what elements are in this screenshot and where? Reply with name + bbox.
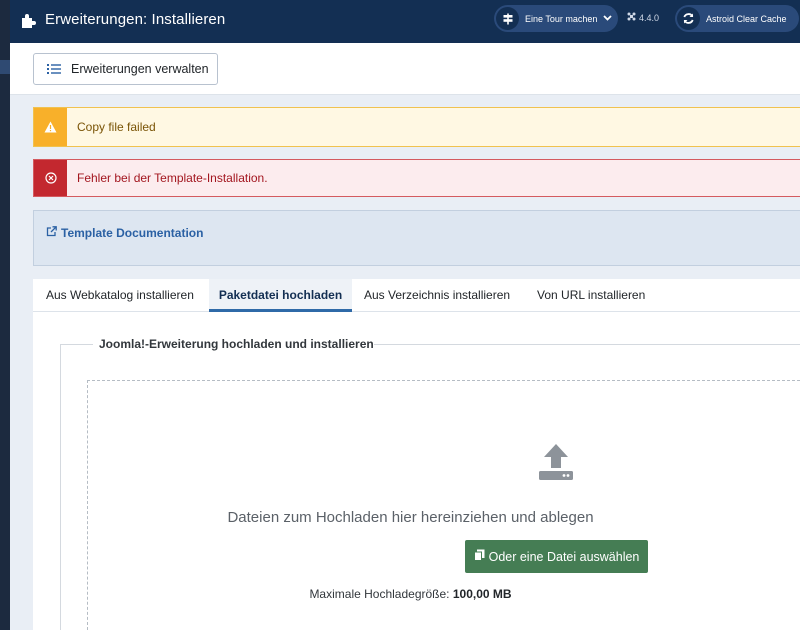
version-info: 4.4.0	[627, 12, 659, 23]
puzzle-icon	[20, 11, 38, 29]
circle-x-icon	[34, 160, 67, 196]
upload-icon	[536, 442, 576, 487]
documentation-link-label: Template Documentation	[61, 226, 204, 240]
tab-upload-package[interactable]: Paketdatei hochladen	[209, 279, 352, 312]
refresh-icon	[677, 7, 700, 30]
warning-triangle-icon	[34, 108, 67, 146]
manage-extensions-label: Erweiterungen verwalten	[71, 62, 209, 76]
warning-message: Copy file failed	[77, 120, 156, 134]
joomla-icon	[627, 12, 636, 23]
select-file-button[interactable]: Oder eine Datei auswählen	[465, 540, 648, 573]
toolbar: Erweiterungen verwalten	[10, 43, 800, 95]
clear-cache-label: Astroid Clear Cache	[706, 13, 787, 24]
tab-install-url[interactable]: Von URL installieren	[537, 279, 645, 312]
fieldset-border	[60, 344, 61, 630]
install-tabs: Aus Webkatalog installieren Paketdatei h…	[33, 279, 800, 312]
documentation-box: Template Documentation	[33, 210, 800, 266]
sidebar-active-marker	[0, 60, 10, 74]
template-documentation-link[interactable]: Template Documentation	[46, 226, 203, 240]
max-size-value: 100,00 MB	[452, 587, 512, 601]
clear-cache-button[interactable]: Astroid Clear Cache	[675, 5, 799, 32]
guided-tour-label: Eine Tour machen	[525, 13, 598, 24]
guided-tour-button[interactable]: Eine Tour machen	[494, 5, 618, 32]
external-link-icon	[46, 226, 57, 240]
fieldset-border-top	[60, 344, 93, 345]
drop-instructions: Dateien zum Hochladen hier hereinziehen …	[227, 509, 594, 526]
max-upload-size: Maximale Hochladegröße: 100,00 MB	[88, 587, 733, 601]
list-icon	[47, 63, 61, 75]
upload-fieldset-legend: Joomla!-Erweiterung hochladen und instal…	[99, 337, 374, 351]
tab-install-folder[interactable]: Aus Verzeichnis installieren	[364, 279, 510, 312]
max-size-label: Maximale Hochladegröße:	[309, 587, 450, 601]
upload-panel: Joomla!-Erweiterung hochladen und instal…	[33, 312, 800, 630]
page-header: Erweiterungen: Installieren Eine Tour ma…	[10, 0, 800, 43]
version-number: 4.4.0	[639, 12, 660, 23]
copy-icon	[473, 549, 485, 564]
fieldset-border-top	[374, 344, 800, 345]
tab-web-catalog[interactable]: Aus Webkatalog installieren	[46, 279, 194, 312]
warning-alert: Copy file failed	[33, 107, 800, 147]
sidebar-strip	[0, 0, 10, 630]
page-title: Erweiterungen: Installieren	[45, 11, 226, 28]
manage-extensions-button[interactable]: Erweiterungen verwalten	[33, 53, 218, 85]
chevron-down-icon	[603, 13, 613, 24]
error-alert: Fehler bei der Template-Installation.	[33, 159, 800, 197]
file-drop-zone[interactable]: Dateien zum Hochladen hier hereinziehen …	[87, 380, 800, 630]
select-file-label: Oder eine Datei auswählen	[488, 549, 640, 564]
signpost-icon	[496, 7, 519, 30]
error-message: Fehler bei der Template-Installation.	[77, 171, 268, 185]
